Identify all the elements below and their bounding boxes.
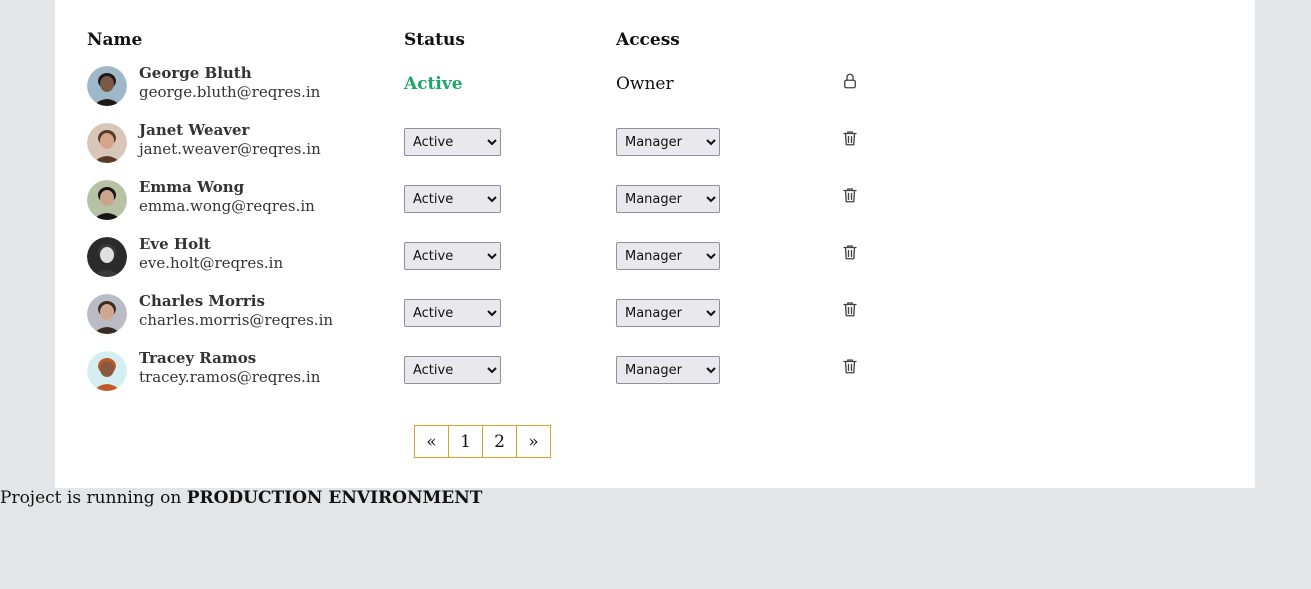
trash-icon[interactable] bbox=[841, 243, 859, 261]
table-row: Charles Morris charles.morris@reqres.in Ac… bbox=[55, 292, 1255, 351]
status-select[interactable]: Active bbox=[404, 356, 501, 384]
avatar bbox=[87, 294, 127, 334]
status-select[interactable]: Active bbox=[404, 185, 501, 213]
user-email: emma.wong@reqres.in bbox=[139, 197, 315, 215]
trash-icon[interactable] bbox=[841, 186, 859, 204]
pagination-next-button[interactable]: » bbox=[517, 426, 550, 457]
access-select[interactable]: Manager bbox=[616, 185, 720, 213]
status-select[interactable]: Active bbox=[404, 299, 501, 327]
environment-name: PRODUCTION ENVIRONMENT bbox=[186, 488, 483, 508]
lock-icon bbox=[841, 72, 859, 90]
avatar bbox=[87, 237, 127, 277]
user-name: Janet Weaver bbox=[139, 121, 250, 139]
user-name: Tracey Ramos bbox=[139, 349, 257, 367]
table-row: Eve Holt eve.holt@reqres.in Active Manager bbox=[55, 235, 1255, 294]
user-name: Emma Wong bbox=[139, 178, 245, 196]
user-email: tracey.ramos@reqres.in bbox=[139, 368, 321, 386]
access-select[interactable]: Manager bbox=[616, 356, 720, 384]
column-header-status: Status bbox=[404, 30, 465, 50]
avatar bbox=[87, 180, 127, 220]
access-select[interactable]: Manager bbox=[616, 128, 720, 156]
table-row: Emma Wong emma.wong@reqres.in Active Manage… bbox=[55, 178, 1255, 237]
access-label: Owner bbox=[616, 74, 674, 94]
status-select[interactable]: Active bbox=[404, 128, 501, 156]
table-row: Tracey Ramos tracey.ramos@reqres.in Active… bbox=[55, 349, 1255, 408]
user-email: george.bluth@reqres.in bbox=[139, 83, 321, 101]
user-name: George Bluth bbox=[139, 64, 252, 82]
footer-prefix-text: Project is running on bbox=[0, 488, 187, 508]
access-select[interactable]: Manager bbox=[616, 242, 720, 270]
pagination-page-2-button[interactable]: 2 bbox=[483, 426, 517, 457]
avatar bbox=[87, 66, 127, 106]
pagination: « 1 2 » bbox=[414, 425, 551, 458]
user-email: eve.holt@reqres.in bbox=[139, 254, 284, 272]
status-badge: Active bbox=[404, 74, 463, 94]
user-email: janet.weaver@reqres.in bbox=[139, 140, 321, 158]
trash-icon[interactable] bbox=[841, 129, 859, 147]
status-select[interactable]: Active bbox=[404, 242, 501, 270]
avatar bbox=[87, 351, 127, 391]
pagination-prev-button[interactable]: « bbox=[415, 426, 449, 457]
user-name: Charles Morris bbox=[139, 292, 265, 310]
user-name: Eve Holt bbox=[139, 235, 211, 253]
table-row: Janet Weaver janet.weaver@reqres.in Active… bbox=[55, 121, 1255, 180]
pagination-page-1-button[interactable]: 1 bbox=[449, 426, 483, 457]
trash-icon[interactable] bbox=[841, 357, 859, 375]
column-header-access: Access bbox=[616, 30, 680, 50]
avatar bbox=[87, 123, 127, 163]
environment-footer: Project is running on PRODUCTION ENVIRON… bbox=[0, 488, 482, 508]
users-card: Name Status Access George Bluth george.bl… bbox=[55, 0, 1255, 488]
user-email: charles.morris@reqres.in bbox=[139, 311, 334, 329]
table-row: George Bluth george.bluth@reqres.in Active… bbox=[55, 64, 1255, 123]
trash-icon[interactable] bbox=[841, 300, 859, 318]
access-select[interactable]: Manager bbox=[616, 299, 720, 327]
column-header-name: Name bbox=[87, 30, 143, 50]
